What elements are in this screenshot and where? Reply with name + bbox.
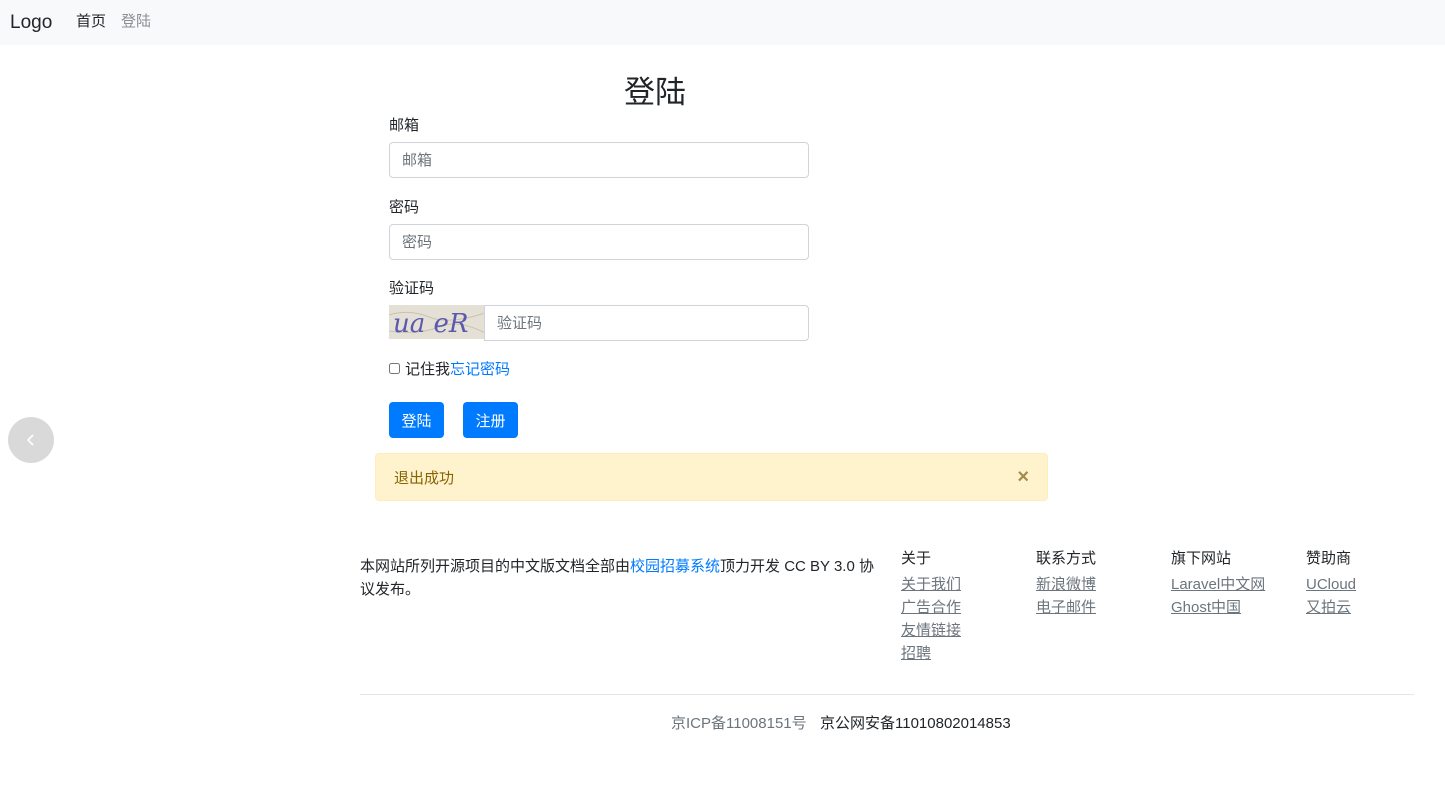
email-field[interactable] (389, 142, 809, 178)
gongan-record: 京公网安备11010802014853 (820, 715, 1011, 732)
footer-link[interactable]: 新浪微博 (1036, 573, 1096, 596)
back-button[interactable] (8, 417, 54, 463)
footer-link[interactable]: Ghost中国 (1171, 596, 1265, 619)
footer-link[interactable]: 电子邮件 (1036, 596, 1096, 619)
footer-col-head: 关于 (901, 550, 932, 567)
password-field[interactable] (389, 224, 809, 260)
captcha-field[interactable] (484, 305, 809, 341)
footer-col-sites: 旗下网站 Laravel中文网 Ghost中国 (1171, 547, 1265, 619)
password-label: 密码 (389, 199, 420, 216)
footer-link[interactable]: 广告合作 (901, 596, 961, 619)
footer-link[interactable]: UCloud (1306, 573, 1356, 596)
remember-checkbox[interactable] (389, 363, 400, 374)
footer-col-sponsors: 赞助商 UCloud 又拍云 (1306, 547, 1356, 619)
footer-text-before: 本网站所列开源项目的中文版文档全部由 (360, 558, 631, 575)
footer-description: 本网站所列开源项目的中文版文档全部由校园招募系统顶力开发 CC BY 3.0 协… (360, 555, 880, 601)
page-title: 登陆 (624, 75, 686, 110)
footer-link[interactable]: Laravel中文网 (1171, 573, 1265, 596)
remember-label: 记住我 (405, 361, 451, 378)
captcha-graphic: ua eR (389, 305, 485, 339)
chevron-left-icon (26, 434, 34, 446)
footer-col-about: 关于 关于我们 广告合作 友情链接 招聘 (901, 547, 961, 665)
footer-link[interactable]: 关于我们 (901, 573, 961, 596)
login-button[interactable]: 登陆 (389, 402, 444, 438)
footer-link[interactable]: 又拍云 (1306, 596, 1356, 619)
close-icon[interactable]: × (1017, 466, 1029, 489)
brand-logo[interactable]: Logo (10, 12, 52, 34)
footer-divider (360, 694, 1414, 695)
logout-success-alert: 退出成功 × (375, 453, 1048, 501)
captcha-text: ua eR (393, 309, 468, 339)
footer-col-head: 赞助商 (1306, 550, 1352, 567)
captcha-image[interactable]: ua eR (389, 305, 485, 339)
icp-link[interactable]: 京ICP备11008151号 (671, 712, 807, 733)
footer-col-head: 旗下网站 (1171, 550, 1232, 567)
nav-home-link[interactable]: 首页 (76, 10, 106, 31)
forgot-password-link[interactable]: 忘记密码 (450, 358, 510, 379)
footer-link[interactable]: 友情链接 (901, 619, 961, 642)
register-button[interactable]: 注册 (463, 402, 518, 438)
footer-link[interactable]: 招聘 (901, 642, 961, 665)
email-label: 邮箱 (389, 117, 420, 134)
alert-message: 退出成功 (394, 469, 455, 487)
captcha-label: 验证码 (389, 280, 435, 297)
nav-login-link[interactable]: 登陆 (121, 10, 151, 31)
footer-project-link[interactable]: 校园招募系统 (630, 558, 720, 575)
remember-row: 记住我 忘记密码 (389, 358, 510, 379)
footer-col-contact: 联系方式 新浪微博 电子邮件 (1036, 547, 1096, 619)
footer-col-head: 联系方式 (1036, 550, 1097, 567)
navbar: Logo 首页 登陆 (0, 0, 1445, 45)
